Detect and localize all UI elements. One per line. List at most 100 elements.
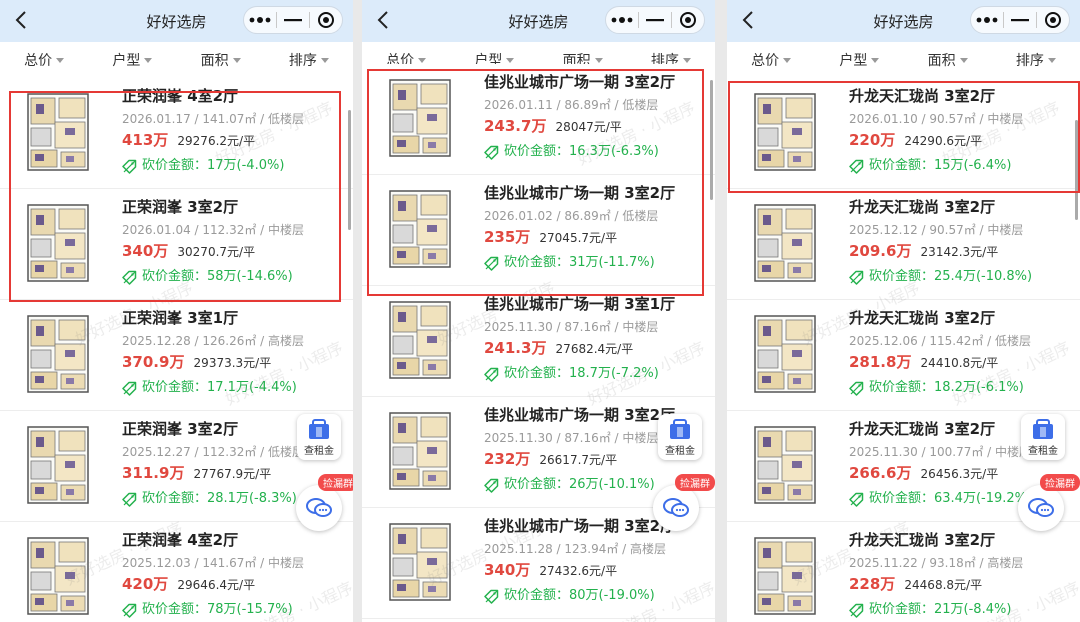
price-cut-amount: 砍价金额：26万(-10.1%) (504, 477, 655, 492)
target-close-icon (1045, 12, 1061, 28)
more-button[interactable] (971, 7, 1003, 33)
listing-item[interactable]: 佳兆业城市广场一期 3室2厅 2026.01.11 / 86.89㎡ / 低楼层… (362, 64, 715, 175)
price-cut-row: 砍价金额：17.1万(-4.4%) (122, 380, 349, 396)
price-cut-row: 砍价金额：25.4万(-10.8%) (849, 269, 1076, 285)
price-cut-amount: 砍价金额：80万(-19.0%) (504, 588, 655, 603)
more-button[interactable] (244, 7, 276, 33)
price-tag-icon (484, 478, 499, 493)
page-title: 好好选房 (508, 12, 569, 31)
close-button[interactable] (1037, 7, 1069, 33)
floorplan-icon (27, 93, 89, 171)
unit-price: 26456.3元/平 (920, 467, 999, 481)
listing-meta: 2025.12.03 / 141.67㎡ / 中楼层 (122, 556, 305, 570)
caret-down-icon (871, 57, 880, 63)
phone-panel-2: 好好选房 总价 户型 面积 排序 佳兆业城市广场一期 3室2厅 2026.01.… (362, 0, 715, 622)
total-price: 220万 (849, 131, 896, 149)
filter-dropdown-3[interactable]: 面积 (177, 50, 265, 70)
minimize-icon (646, 19, 664, 22)
caret-down-icon (320, 57, 329, 63)
total-price: 340万 (484, 561, 531, 579)
bag-icon (309, 418, 329, 439)
unit-price: 24290.6元/平 (904, 134, 983, 148)
filter-dropdown-3[interactable]: 面积 (904, 50, 992, 70)
filter-dropdown-2[interactable]: 户型 (815, 50, 903, 70)
mini-program-capsule (605, 6, 705, 34)
floorplan-icon (389, 412, 451, 490)
filter-label: 户型 (112, 53, 141, 69)
back-button[interactable] (372, 9, 394, 31)
listing-title: 正荣润峯 3室1厅 (122, 309, 239, 327)
price-cut-amount: 砍价金额：18.7万(-7.2%) (504, 366, 659, 381)
total-price: 340万 (122, 242, 169, 260)
caret-down-icon (232, 57, 241, 63)
price-cut-row: 砍价金额：18.7万(-7.2%) (484, 366, 711, 382)
phone-panel-3: 好好选房 总价 户型 面积 排序 升龙天汇珑尚 3室2厅 2026.01.10 … (727, 0, 1080, 622)
total-price: 232万 (484, 450, 531, 468)
listing-info: 佳兆业城市广场一期 3室1厅 2025.11.30 / 87.16㎡ / 中楼层… (484, 294, 711, 382)
listing-item[interactable]: 升龙天汇珑尚 3室2厅 2025.12.06 / 115.42㎡ / 低楼层 2… (727, 300, 1080, 411)
filter-label: 总价 (751, 53, 780, 69)
minimize-button[interactable] (1004, 7, 1036, 33)
nav-bar: 好好选房 (727, 0, 1080, 42)
filter-dropdown-2[interactable]: 户型 (88, 50, 176, 70)
listing-item[interactable]: 升龙天汇珑尚 3室2厅 2025.11.22 / 93.18㎡ / 高楼层 22… (727, 522, 1080, 622)
floorplan-thumbnail (745, 199, 825, 287)
check-rent-button[interactable]: 查租金 (1021, 414, 1065, 460)
bargain-group-button[interactable]: 捡漏群 (653, 474, 715, 531)
price-cut-row: 砍价金额：15万(-6.4%) (849, 158, 1076, 174)
listing-item[interactable]: 正荣润峯 4室2厅 2025.12.03 / 141.67㎡ / 中楼层 420… (0, 522, 353, 622)
minimize-button[interactable] (639, 7, 671, 33)
price-tag-icon (122, 159, 137, 174)
floorplan-icon (754, 93, 816, 171)
price-row: 209.6万 23142.3元/平 (849, 241, 1076, 262)
filter-dropdown-1[interactable]: 总价 (0, 50, 88, 70)
floorplan-thumbnail (380, 185, 460, 273)
listing-item[interactable]: 正荣润峯 3室1厅 2025.12.28 / 126.26㎡ / 高楼层 370… (0, 300, 353, 411)
price-cut-amount: 砍价金额：18.2万(-6.1%) (869, 380, 1024, 395)
minimize-button[interactable] (277, 7, 309, 33)
scrollbar[interactable] (710, 80, 713, 200)
floorplan-icon (27, 204, 89, 282)
listing-item[interactable]: 正荣润峯 4室2厅 2026.01.17 / 141.07㎡ / 低楼层 413… (0, 78, 353, 189)
bargain-group-badge: 捡漏群 (1040, 474, 1080, 491)
listing-title: 正荣润峯 3室2厅 (122, 198, 239, 216)
filter-dropdown-1[interactable]: 总价 (727, 50, 815, 70)
price-cut-row: 砍价金额：31万(-11.7%) (484, 255, 711, 271)
bargain-group-button[interactable]: 捡漏群 (1018, 474, 1080, 531)
unit-price: 27767.9元/平 (193, 467, 272, 481)
listing-item[interactable]: 升龙天汇珑尚 3室2厅 2026.01.10 / 90.57㎡ / 中楼层 22… (727, 78, 1080, 189)
close-button[interactable] (310, 7, 342, 33)
listing-item[interactable]: 升龙天汇珑尚 3室2厅 2025.12.12 / 90.57㎡ / 中楼层 20… (727, 189, 1080, 300)
price-cut-row: 砍价金额：58万(-14.6%) (122, 269, 349, 285)
total-price: 311.9万 (122, 464, 185, 482)
price-tag-icon (849, 270, 864, 285)
bargain-group-badge: 捡漏群 (318, 474, 353, 491)
more-button[interactable] (606, 7, 638, 33)
caret-down-icon (144, 57, 153, 63)
price-cut-amount: 砍价金额：17.1万(-4.4%) (142, 380, 297, 395)
listing-info: 升龙天汇珑尚 3室2厅 2025.12.12 / 90.57㎡ / 中楼层 20… (849, 197, 1076, 285)
back-button[interactable] (10, 9, 32, 31)
scrollbar[interactable] (1075, 120, 1078, 220)
scrollbar[interactable] (348, 110, 351, 230)
total-price: 228万 (849, 575, 896, 593)
floorplan-thumbnail (380, 74, 460, 162)
caret-down-icon (418, 57, 427, 63)
listing-meta: 2025.12.06 / 115.42㎡ / 低楼层 (849, 334, 1032, 348)
close-button[interactable] (672, 7, 704, 33)
bargain-group-button[interactable]: 捡漏群 (296, 474, 353, 531)
listing-title: 佳兆业城市广场一期 3室2厅 (484, 184, 676, 202)
price-cut-amount: 砍价金额：16.3万(-6.3%) (504, 144, 659, 159)
back-button[interactable] (737, 9, 759, 31)
target-close-icon (680, 12, 696, 28)
check-rent-button[interactable]: 查租金 (297, 414, 341, 460)
filter-dropdown-4[interactable]: 排序 (265, 50, 353, 70)
check-rent-button[interactable]: 查租金 (658, 414, 702, 460)
listing-item[interactable]: 佳兆业城市广场一期 3室2厅 2026.01.02 / 86.89㎡ / 低楼层… (362, 175, 715, 286)
floorplan-icon (754, 204, 816, 282)
filter-dropdown-4[interactable]: 排序 (992, 50, 1080, 70)
listing-item[interactable]: 正荣润峯 3室2厅 2026.01.04 / 112.32㎡ / 中楼层 340… (0, 189, 353, 300)
listing-item[interactable]: 佳兆业城市广场一期 3室1厅 2025.11.30 / 87.16㎡ / 中楼层… (362, 286, 715, 397)
floorplan-icon (27, 537, 89, 615)
price-cut-row: 砍价金额：16.3万(-6.3%) (484, 144, 711, 160)
